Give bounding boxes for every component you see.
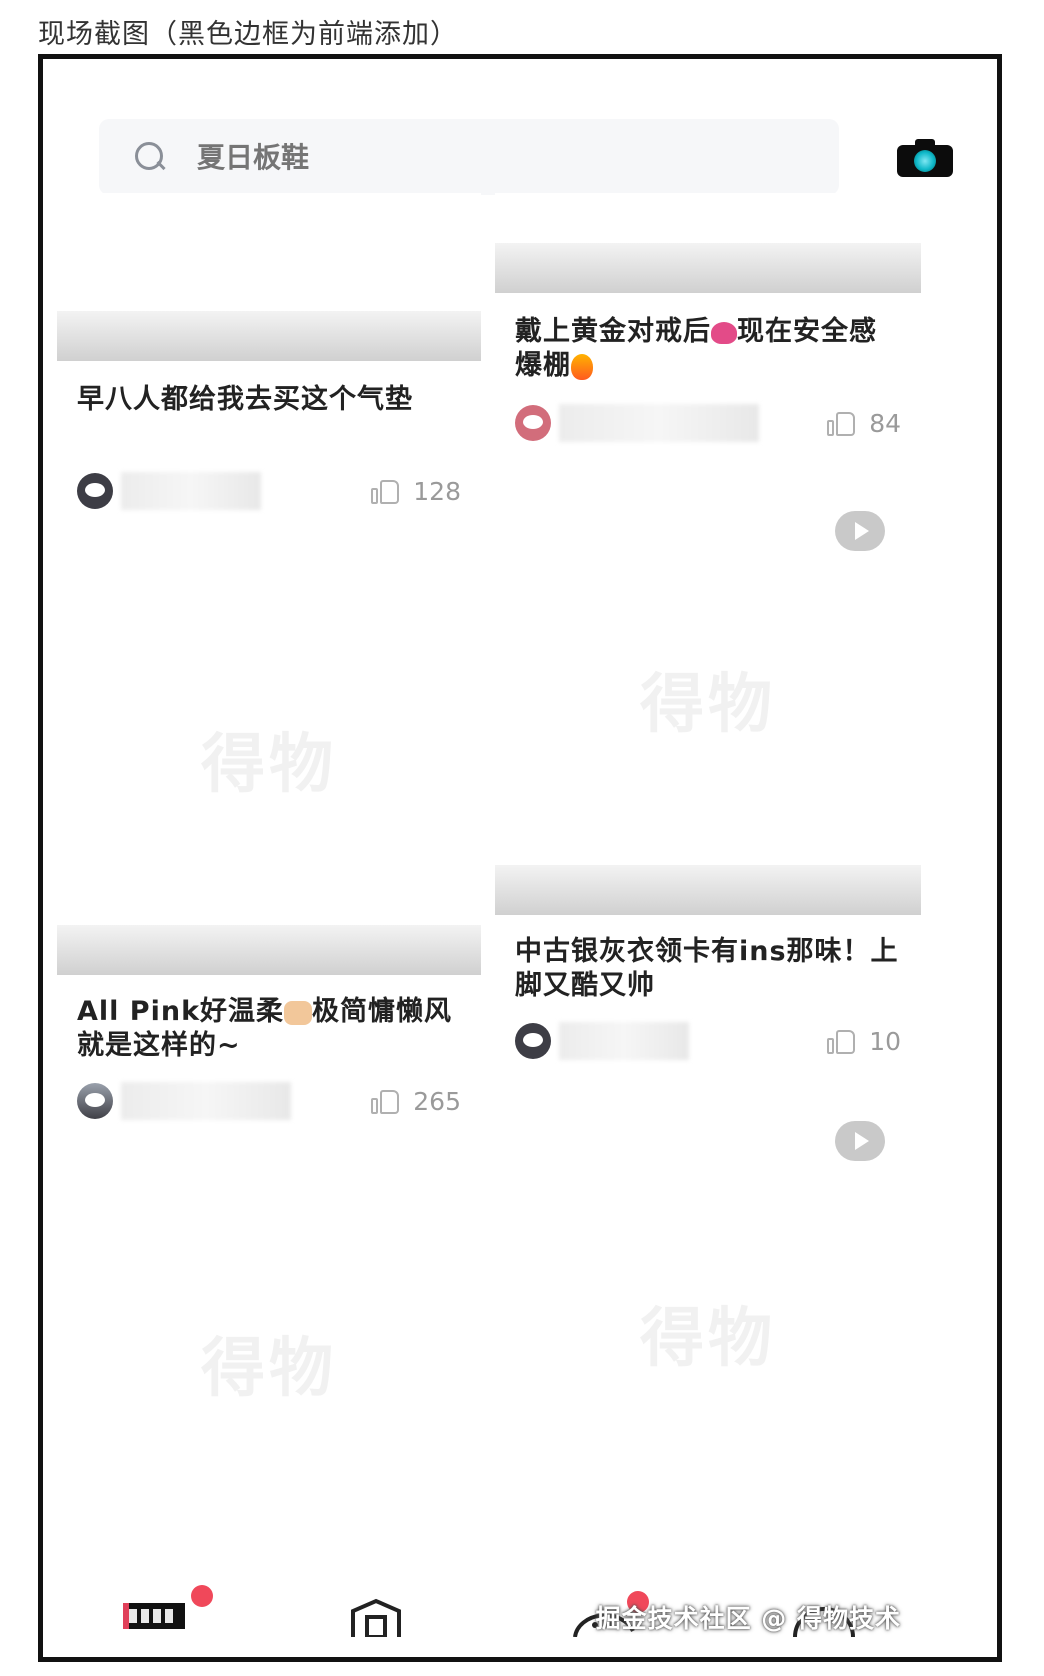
- username-blurred: [121, 1082, 291, 1120]
- feed-card[interactable]: 得物: [495, 1093, 921, 1573]
- card-image: [57, 193, 481, 361]
- screenshot-caption: 现场截图（黑色边框为前端添加）: [38, 19, 458, 50]
- feed-card[interactable]: 戴上黄金对戒后 现在安全感爆棚 84: [495, 193, 921, 473]
- card-title: All Pink好温柔 极简慵懒风就是这样的~: [77, 996, 453, 1061]
- card-image: 得物: [495, 1093, 921, 1573]
- feed-card[interactable]: 得物 All Pink好温柔 极简慵懒风就是这样的~ 265: [57, 543, 481, 1143]
- username-blurred: [121, 472, 261, 510]
- image-watermark: 得物: [640, 1302, 776, 1376]
- card-title: 早八人都给我去买这个气垫: [77, 384, 413, 415]
- feed-card[interactable]: 得物: [57, 1153, 481, 1573]
- corner-watermark: 掘金技术社区 @ 得物技术: [595, 1604, 901, 1633]
- phone-frame: 早八人都给我去买这个气垫 128 得物 All Pink好温柔极简慵懒风就是这样…: [38, 54, 1002, 1662]
- card-image: 得物: [57, 543, 481, 975]
- avatar[interactable]: [77, 1083, 113, 1119]
- thumbs-up-icon: [371, 1088, 401, 1114]
- like-count[interactable]: 128: [371, 477, 461, 506]
- card-image: 得物: [57, 1153, 481, 1573]
- search-icon: [135, 142, 165, 172]
- fire-emoji: [571, 353, 593, 380]
- feed-card[interactable]: 早八人都给我去买这个气垫 128: [57, 193, 481, 533]
- username-blurred: [559, 404, 759, 442]
- image-watermark: 得物: [201, 1332, 337, 1406]
- avatar[interactable]: [77, 473, 113, 509]
- image-watermark: 得物: [640, 668, 776, 742]
- avatar[interactable]: [515, 1023, 551, 1059]
- card-title: 戴上黄金对戒后 现在安全感爆棚: [515, 316, 877, 381]
- home-logo-icon: [123, 1603, 185, 1629]
- play-icon[interactable]: [835, 511, 885, 551]
- search-input[interactable]: [195, 139, 759, 175]
- home-tab[interactable]: [123, 1585, 213, 1635]
- camera-icon[interactable]: [897, 139, 953, 177]
- waving-hand-emoji: [284, 1000, 313, 1025]
- image-watermark: 得物: [201, 728, 337, 802]
- like-count[interactable]: 265: [371, 1087, 461, 1116]
- card-title: 中古银灰衣领卡有ins那味！上脚又酷又帅: [515, 936, 899, 1001]
- notification-badge: [191, 1585, 213, 1607]
- card-image: 得物: [495, 483, 921, 915]
- shop-tab[interactable]: [349, 1597, 403, 1641]
- play-icon[interactable]: [835, 1121, 885, 1161]
- username-blurred: [559, 1022, 689, 1060]
- like-count[interactable]: 10: [827, 1027, 901, 1056]
- thumbs-up-icon: [827, 1028, 857, 1054]
- card-image: [495, 193, 921, 293]
- search-bar[interactable]: [99, 119, 839, 195]
- thumbs-up-icon: [371, 478, 401, 504]
- shop-icon: [351, 1598, 401, 1639]
- like-count[interactable]: 84: [827, 409, 901, 438]
- thumbs-up-icon: [827, 410, 857, 436]
- avatar[interactable]: [515, 405, 551, 441]
- feed-card[interactable]: 得物 中古银灰衣领卡有ins那味！上脚又酷又帅 10: [495, 483, 921, 1083]
- heart-emoji: [711, 321, 737, 344]
